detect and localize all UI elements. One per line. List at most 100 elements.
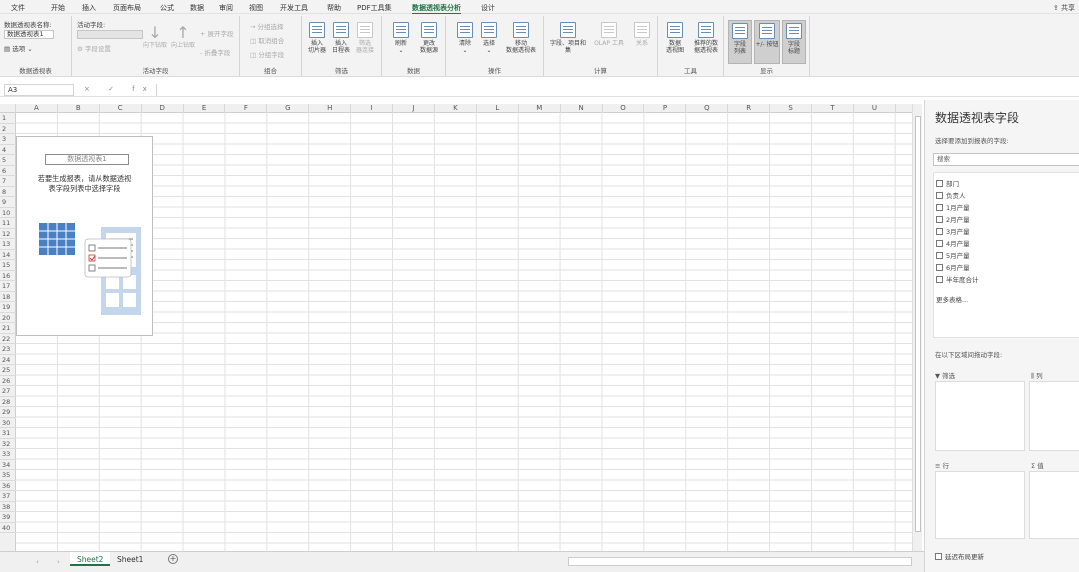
- fields-items-sets-button[interactable]: 字段、项目和 集: [548, 22, 588, 54]
- formula-input[interactable]: [156, 84, 1079, 96]
- field-item[interactable]: 2月产量: [936, 216, 970, 226]
- field-settings-button[interactable]: ⚙ 字段设置: [77, 43, 111, 53]
- insert-slicer-button[interactable]: 插入 切片器: [306, 22, 328, 54]
- tab-page-layout[interactable]: 页面布局: [113, 3, 141, 13]
- row-header[interactable]: 11: [0, 218, 16, 229]
- pivot-options-button[interactable]: ▤ 选项 ⌄: [4, 43, 33, 53]
- column-header[interactable]: T: [812, 104, 854, 113]
- field-checkbox[interactable]: [936, 264, 943, 271]
- pivot-name-input[interactable]: 数据透视表1: [4, 30, 54, 39]
- row-header[interactable]: 4: [0, 145, 16, 155]
- field-headers-toggle[interactable]: 字段 标题: [782, 20, 806, 64]
- olap-tools-button[interactable]: OLAP 工具: [592, 22, 626, 47]
- field-item[interactable]: 半年度合计: [936, 276, 979, 286]
- share-button[interactable]: ⇪ 共享: [1053, 3, 1075, 13]
- formula-icons[interactable]: × ✓ fx: [84, 85, 155, 93]
- columns-drop-area[interactable]: [1029, 381, 1079, 451]
- sheet-tab-sheet1[interactable]: Sheet1: [110, 552, 150, 566]
- select-all-corner[interactable]: [0, 104, 16, 113]
- field-checkbox[interactable]: [936, 228, 943, 235]
- select-button[interactable]: 选择 ⌄: [478, 22, 500, 54]
- tab-insert[interactable]: 插入: [82, 3, 96, 13]
- column-header[interactable]: H: [309, 104, 352, 113]
- field-checkbox[interactable]: [936, 192, 943, 199]
- column-header[interactable]: F: [226, 104, 268, 113]
- row-header[interactable]: 27: [0, 386, 16, 397]
- row-header[interactable]: 37: [0, 491, 16, 502]
- column-header[interactable]: R: [728, 104, 771, 113]
- column-header[interactable]: D: [142, 104, 184, 113]
- row-header[interactable]: 22: [0, 334, 16, 344]
- row-header[interactable]: 15: [0, 260, 16, 271]
- row-header[interactable]: 13: [0, 239, 16, 250]
- row-header[interactable]: 1: [0, 113, 16, 124]
- row-header[interactable]: 36: [0, 481, 16, 491]
- field-item[interactable]: 1月产量: [936, 204, 970, 214]
- collapse-field-button[interactable]: - 折叠字段: [200, 47, 230, 57]
- column-header[interactable]: M: [519, 104, 561, 113]
- vertical-scrollbar[interactable]: [912, 104, 922, 551]
- column-header[interactable]: L: [477, 104, 519, 113]
- tab-help[interactable]: 帮助: [327, 3, 341, 13]
- row-header[interactable]: 2: [0, 124, 16, 134]
- row-header[interactable]: 6: [0, 166, 16, 176]
- column-header[interactable]: J: [393, 104, 435, 113]
- filter-connections-button[interactable]: 筛选 器连接: [354, 22, 376, 54]
- pivot-placeholder[interactable]: 数据透视表1 若要生成报表，请从数据透视 表字段列表中选择字段: [16, 136, 153, 336]
- row-header[interactable]: 35: [0, 470, 16, 481]
- row-header[interactable]: 17: [0, 281, 16, 292]
- defer-update-checkbox[interactable]: 延迟布局更新: [935, 551, 984, 561]
- row-header[interactable]: 20: [0, 313, 16, 323]
- worksheet-grid[interactable]: ABCDEFGHIJKLMNOPQRSTU 1 2 3 4 5 6 7 8 9 10 11 12 13 1…: [0, 104, 912, 551]
- move-pivot-button[interactable]: 移动 数据透视表: [502, 22, 540, 54]
- group-field-button[interactable]: ◫ 分组字段: [250, 49, 284, 59]
- buttons-toggle[interactable]: +/- 按钮: [754, 20, 780, 64]
- drill-up-button[interactable]: ↑ 向上钻取: [170, 24, 196, 50]
- column-header[interactable]: U: [854, 104, 896, 113]
- field-item[interactable]: 部门: [936, 180, 959, 190]
- row-header[interactable]: 26: [0, 376, 16, 386]
- more-tables-link[interactable]: 更多表格...: [936, 294, 968, 304]
- tab-home[interactable]: 开始: [51, 3, 65, 13]
- row-header[interactable]: 3: [0, 134, 16, 145]
- row-header[interactable]: 7: [0, 176, 16, 187]
- tab-pivot-analyze[interactable]: 数据透视表分析: [412, 3, 461, 14]
- row-header[interactable]: 25: [0, 365, 16, 376]
- field-checkbox[interactable]: [936, 240, 943, 247]
- column-header[interactable]: P: [645, 104, 687, 113]
- row-header[interactable]: 33: [0, 449, 16, 460]
- field-item[interactable]: 4月产量: [936, 240, 970, 250]
- horizontal-scrollbar[interactable]: [568, 557, 912, 566]
- recommended-pivot-button[interactable]: 推荐的数 据透视表: [690, 22, 722, 54]
- relationships-button[interactable]: 关系: [630, 22, 654, 47]
- column-header[interactable]: S: [770, 104, 813, 113]
- column-header[interactable]: C: [100, 104, 142, 113]
- row-header[interactable]: 10: [0, 208, 16, 218]
- row-header[interactable]: 23: [0, 344, 16, 355]
- sheet-nav-arrows[interactable]: ‹ ›: [36, 558, 68, 566]
- refresh-button[interactable]: 刷新 ⌄: [390, 22, 412, 54]
- field-checkbox[interactable]: [936, 204, 943, 211]
- row-header[interactable]: 16: [0, 271, 16, 281]
- values-drop-area[interactable]: [1029, 471, 1079, 539]
- row-header[interactable]: 5: [0, 155, 16, 166]
- rows-drop-area[interactable]: [935, 471, 1025, 539]
- row-header[interactable]: 34: [0, 460, 16, 470]
- tab-review[interactable]: 审阅: [219, 3, 233, 13]
- insert-timeline-button[interactable]: 插入 日程表: [330, 22, 352, 54]
- clear-button[interactable]: 清除 ⌄: [454, 22, 476, 54]
- row-header[interactable]: 31: [0, 428, 16, 439]
- name-box[interactable]: A3: [4, 84, 74, 96]
- tab-pdf-tools[interactable]: PDF工具集: [357, 3, 392, 13]
- drill-down-button[interactable]: ↓ 向下钻取: [142, 24, 168, 50]
- field-checkbox[interactable]: [936, 216, 943, 223]
- field-search-input[interactable]: 搜索: [933, 153, 1079, 166]
- row-header[interactable]: 28: [0, 397, 16, 407]
- add-sheet-icon[interactable]: +: [168, 554, 178, 564]
- column-header[interactable]: N: [561, 104, 603, 113]
- row-header[interactable]: 18: [0, 292, 16, 302]
- row-header[interactable]: 12: [0, 229, 16, 239]
- filters-drop-area[interactable]: [935, 381, 1025, 451]
- field-item[interactable]: 3月产量: [936, 228, 970, 238]
- row-header[interactable]: 24: [0, 355, 16, 365]
